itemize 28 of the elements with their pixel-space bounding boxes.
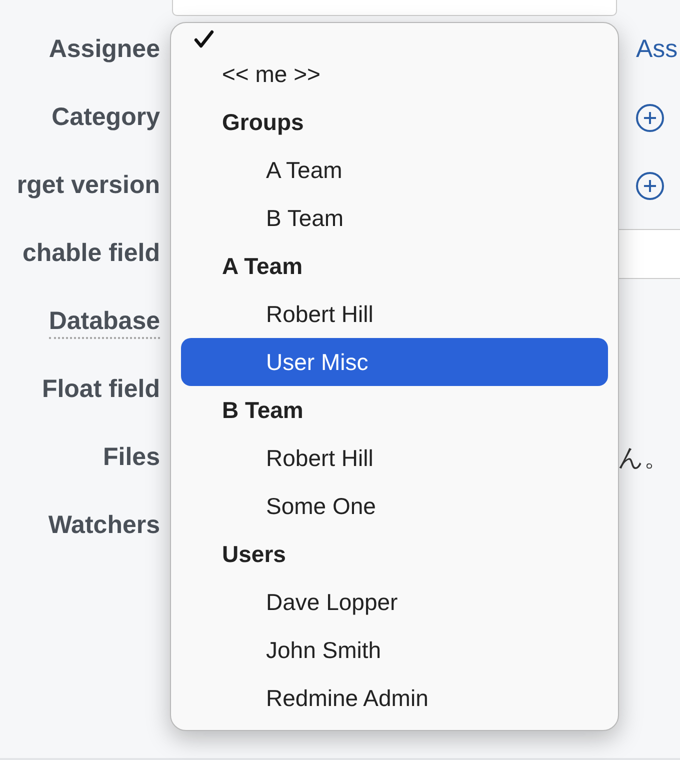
menu-option[interactable]: B Team	[181, 194, 608, 242]
select-field[interactable]	[172, 0, 617, 16]
group-header: Groups	[221, 108, 305, 137]
field-label: Files	[103, 443, 160, 472]
group-header: B Team	[221, 396, 304, 425]
field-label: rget version	[16, 171, 160, 200]
group-header: Users	[221, 540, 287, 569]
menu-option[interactable]: Redmine Admin	[181, 674, 608, 722]
field-label: Watchers	[48, 511, 160, 540]
menu-option[interactable]: Robert Hill	[181, 434, 608, 482]
assign-link[interactable]: Ass	[636, 31, 678, 69]
field-label: Float field	[42, 375, 160, 404]
menu-option[interactable]: << me >>	[181, 50, 608, 98]
menu-option[interactable]: Robert Hill	[181, 290, 608, 338]
menu-option[interactable]: User Misc	[181, 338, 608, 386]
help-text: ん。	[618, 442, 669, 474]
group-header: A Team	[221, 252, 304, 281]
menu-option[interactable]: Some One	[181, 482, 608, 530]
menu-option[interactable]: A Team	[181, 146, 608, 194]
field-label: Database	[48, 307, 160, 340]
field-label: Category	[52, 103, 160, 132]
field-label: Assignee	[48, 35, 160, 64]
input-field[interactable]	[618, 229, 680, 279]
add-icon[interactable]	[635, 171, 665, 201]
menu-option[interactable]: John Smith	[181, 626, 608, 674]
field-label: chable field	[22, 239, 160, 268]
add-icon[interactable]	[635, 103, 665, 133]
menu-option[interactable]: Dave Lopper	[181, 578, 608, 626]
